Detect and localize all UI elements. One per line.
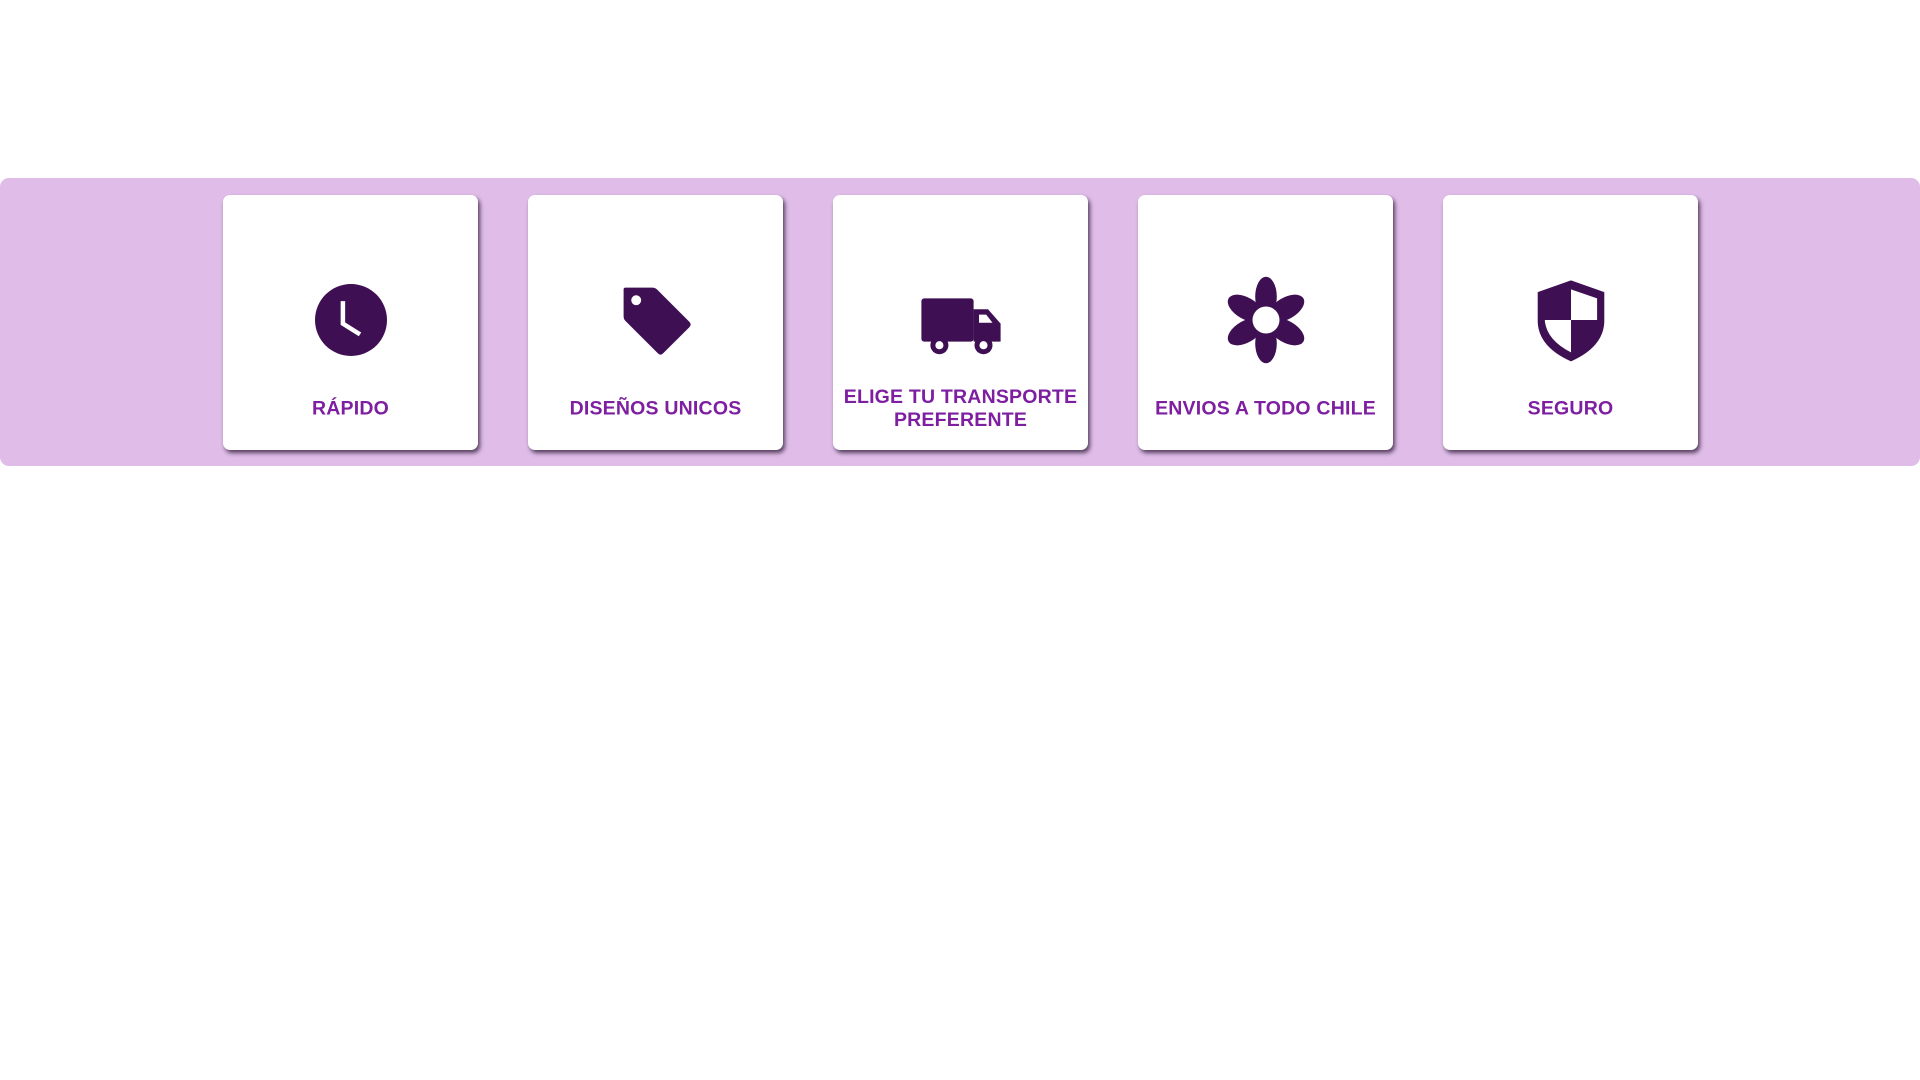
tag-icon <box>611 275 701 365</box>
feature-card-envios[interactable]: ENVIOS A TODO CHILE <box>1138 195 1393 450</box>
feature-card-transporte[interactable]: ELIGE TU TRANSPORTE PREFERENTE <box>833 195 1088 450</box>
flower-icon <box>1221 275 1311 365</box>
feature-label: SEGURO <box>1527 397 1614 420</box>
feature-label: ENVIOS A TODO CHILE <box>1155 397 1376 420</box>
clock-icon <box>306 275 396 365</box>
feature-label: RÁPIDO <box>311 397 390 420</box>
feature-card-seguro[interactable]: SEGURO <box>1443 195 1698 450</box>
feature-cards: RÁPIDO DISEÑOS UNICOS ELIGE TU TRANSPORT… <box>223 195 1698 450</box>
feature-label: ELIGE TU TRANSPORTE PREFERENTE <box>843 386 1078 431</box>
feature-card-disenos-unicos[interactable]: DISEÑOS UNICOS <box>528 195 783 450</box>
feature-label: DISEÑOS UNICOS <box>569 397 742 420</box>
shield-icon <box>1526 275 1616 365</box>
truck-icon <box>916 275 1006 365</box>
feature-card-rapido[interactable]: RÁPIDO <box>223 195 478 450</box>
